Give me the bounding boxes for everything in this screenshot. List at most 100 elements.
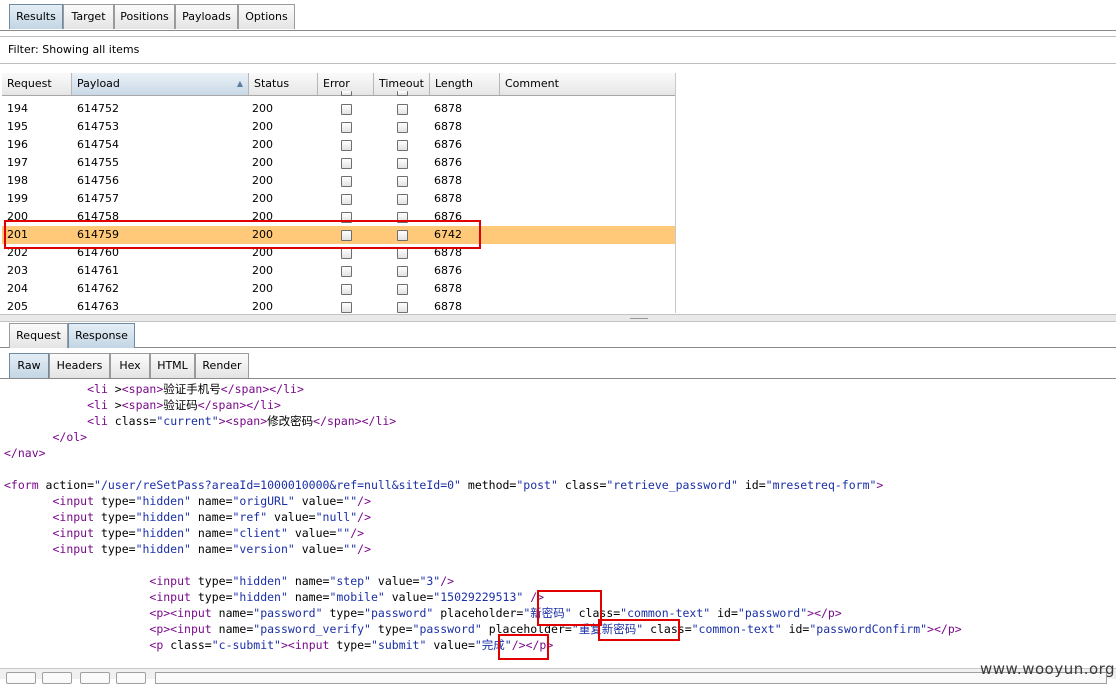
tab-positions[interactable]: Positions [114, 4, 175, 29]
divider-grip[interactable] [630, 315, 648, 319]
table-row[interactable]: 204 614762 200 6878 [2, 280, 675, 298]
cell-request: 205 [7, 300, 28, 313]
tab-render[interactable]: Render [195, 353, 249, 378]
code-token: <span> [225, 414, 268, 428]
code-token: "password_verify" [253, 622, 371, 636]
error-checkbox[interactable] [341, 302, 352, 313]
code-token: type= [322, 606, 365, 620]
code-token: action= [45, 478, 95, 492]
code-line: <input type="hidden" name="version" valu… [4, 541, 371, 557]
error-checkbox[interactable] [341, 176, 352, 187]
tab-headers[interactable]: Headers [49, 353, 110, 378]
timeout-checkbox[interactable] [397, 266, 408, 277]
error-checkbox[interactable] [341, 122, 352, 133]
table-row[interactable]: 194 614752 200 6878 [2, 100, 675, 118]
code-token: > [280, 638, 288, 652]
tab-results[interactable]: Results [9, 4, 63, 29]
tab-raw[interactable]: Raw [9, 353, 49, 378]
filter-bar[interactable]: Filter: Showing all items [0, 36, 1116, 64]
code-token: "hidden" [232, 574, 288, 588]
table-row[interactable]: 199 614757 200 6878 [2, 190, 675, 208]
code-token: "current" [156, 414, 219, 428]
column-header-payload[interactable]: Payload ▲ [72, 73, 249, 95]
add-button[interactable] [80, 672, 110, 684]
timeout-checkbox[interactable] [397, 302, 408, 313]
cell-payload: 614755 [77, 156, 119, 169]
column-header-comment[interactable]: Comment [500, 73, 675, 95]
highlight-confirm-placeholder [598, 619, 680, 641]
code-token: "" [343, 494, 358, 508]
code-token: "common-text" [691, 622, 782, 636]
code-token: name= [287, 590, 330, 604]
table-row[interactable]: 196 614754 200 6876 [2, 136, 675, 154]
view-tab-bar: Raw Headers Hex HTML Render [0, 350, 1116, 379]
column-header-length[interactable]: Length [430, 73, 500, 95]
code-token: /> [350, 526, 365, 540]
code-token: /> [357, 510, 371, 524]
cell-status: 200 [252, 138, 273, 151]
code-line: <input type="hidden" name="ref" value="n… [4, 509, 371, 525]
timeout-checkbox[interactable] [397, 122, 408, 133]
timeout-checkbox[interactable] [397, 194, 408, 205]
code-token: class= [114, 414, 157, 428]
column-header-request[interactable]: Request [2, 73, 72, 95]
table-row[interactable]: 198 614756 200 6878 [2, 172, 675, 190]
previous-button[interactable] [42, 672, 72, 684]
table-row[interactable]: 197 614755 200 6876 [2, 154, 675, 172]
tab-target[interactable]: Target [63, 4, 114, 29]
error-checkbox[interactable] [341, 248, 352, 259]
code-token: </ol> [52, 430, 88, 444]
error-checkbox[interactable] [341, 266, 352, 277]
next-button[interactable] [116, 672, 146, 684]
cell-request: 199 [7, 192, 28, 205]
cell-request: 204 [7, 282, 28, 295]
search-input[interactable] [155, 672, 1107, 684]
timeout-checkbox[interactable] [397, 140, 408, 151]
table-row[interactable]: 195 614753 200 6878 [2, 118, 675, 136]
table-row[interactable]: 205 614763 200 6878 [2, 298, 675, 313]
cell-status: 200 [252, 282, 273, 295]
table-row[interactable]: 203 614761 200 6876 [2, 262, 675, 280]
cell-status: 200 [252, 300, 273, 313]
error-checkbox[interactable] [341, 284, 352, 295]
code-token: > [218, 414, 226, 428]
code-token: /> [357, 542, 371, 556]
timeout-checkbox[interactable] [397, 176, 408, 187]
error-checkbox[interactable] [341, 140, 352, 151]
code-token: 验证手机号 [163, 382, 221, 396]
code-token: ></p> [927, 622, 962, 636]
code-token: /> [440, 574, 455, 588]
tab-html[interactable]: HTML [150, 353, 195, 378]
selected-row-highlight-box [4, 220, 481, 249]
tab-hex[interactable]: Hex [110, 353, 150, 378]
code-token: <li [87, 398, 115, 412]
code-token: <li [87, 382, 115, 396]
code-token: value= [370, 574, 420, 588]
error-checkbox[interactable] [341, 194, 352, 205]
timeout-checkbox[interactable] [397, 104, 408, 115]
timeout-checkbox[interactable] [397, 284, 408, 295]
cell-payload: 614763 [77, 300, 119, 313]
code-token: "/user/reSetPass?areaId=1000010000&ref=n… [94, 478, 461, 492]
column-header-status[interactable]: Status [249, 73, 318, 95]
tab-options[interactable]: Options [238, 4, 295, 29]
cell-request: 195 [7, 120, 28, 133]
cell-status: 200 [252, 120, 273, 133]
code-token: "password" [253, 606, 323, 620]
code-token: type= [100, 526, 136, 540]
tab-payloads[interactable]: Payloads [175, 4, 238, 29]
error-checkbox[interactable] [341, 104, 352, 115]
code-token: value= [267, 510, 316, 524]
tab-request[interactable]: Request [9, 323, 68, 348]
error-checkbox[interactable] [341, 158, 352, 169]
help-button[interactable] [6, 672, 36, 684]
code-token: <li [87, 414, 115, 428]
timeout-checkbox[interactable] [397, 248, 408, 259]
code-token: <span> [121, 398, 164, 412]
tab-response[interactable]: Response [68, 323, 135, 348]
code-token: </span></li> [313, 414, 397, 428]
timeout-checkbox[interactable] [397, 158, 408, 169]
